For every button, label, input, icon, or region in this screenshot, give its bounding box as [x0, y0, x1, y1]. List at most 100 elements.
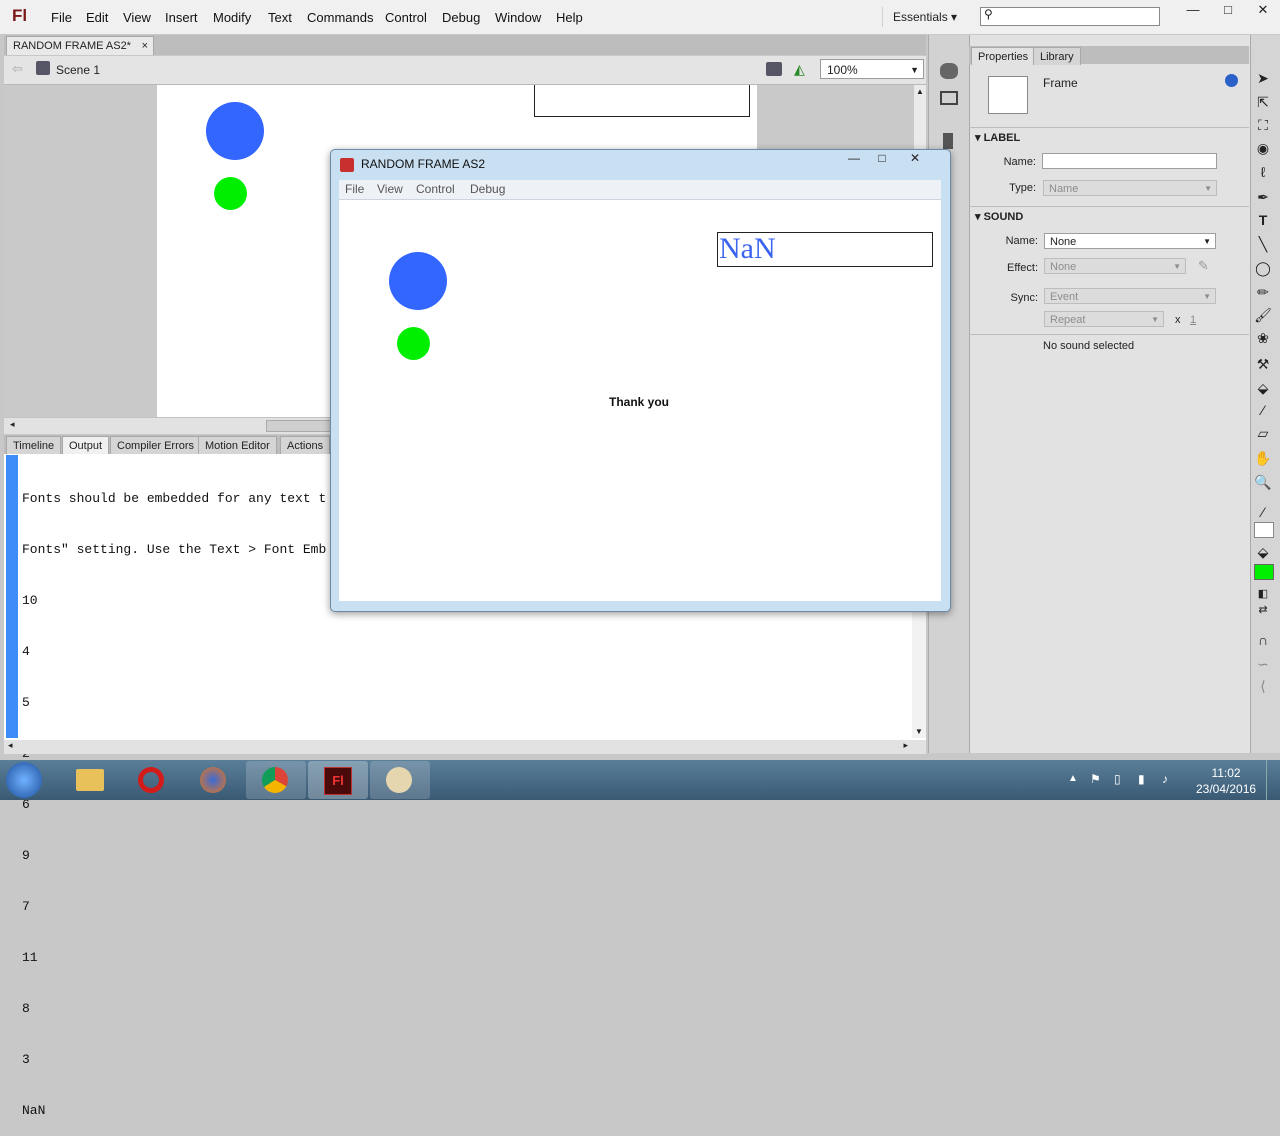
close-button[interactable]: ✕: [1246, 0, 1280, 20]
taskbar-explorer[interactable]: [60, 761, 120, 799]
straighten-icon[interactable]: ⟨: [1252, 676, 1274, 696]
oval-tool-icon[interactable]: ◯: [1252, 258, 1274, 278]
repeat-select[interactable]: Repeat ▼: [1044, 311, 1164, 327]
player-minimize-button[interactable]: —: [842, 151, 866, 165]
help-icon[interactable]: [1225, 74, 1238, 87]
pencil-tool-icon[interactable]: ✏: [1252, 282, 1274, 302]
sound-name-select[interactable]: None ▼: [1044, 233, 1216, 249]
deco-tool-icon[interactable]: ❀: [1252, 328, 1274, 348]
dynamic-text-field[interactable]: [534, 85, 750, 117]
stroke-color-swatch[interactable]: [1254, 522, 1274, 538]
help-search-input[interactable]: ⚲: [980, 7, 1160, 26]
taskbar-paint[interactable]: [370, 761, 430, 799]
tray-expand-icon[interactable]: ▲: [1068, 773, 1078, 784]
pen-tool-icon[interactable]: ✒: [1252, 187, 1274, 207]
zoom-select[interactable]: 100% ▼: [820, 59, 924, 79]
free-transform-tool-icon[interactable]: ⛶: [1252, 115, 1274, 135]
player-menu-control[interactable]: Control: [416, 182, 455, 196]
fill-color-swatch[interactable]: [1254, 564, 1274, 580]
document-tab-close-icon[interactable]: ×: [142, 37, 148, 56]
player-menu-view[interactable]: View: [377, 182, 403, 196]
hand-tool-icon[interactable]: ✋: [1252, 448, 1274, 468]
output-horizontal-scrollbar[interactable]: ◂ ▸: [4, 740, 926, 754]
system-clock[interactable]: 11:02 23/04/2016: [1196, 765, 1256, 797]
lasso-tool-icon[interactable]: ℓ: [1252, 162, 1274, 182]
snap-to-objects-icon[interactable]: ∩: [1252, 630, 1274, 650]
menu-debug[interactable]: Debug: [442, 10, 480, 25]
edit-scene-icon[interactable]: [766, 62, 782, 76]
scroll-right-icon[interactable]: ▸: [903, 740, 908, 751]
action-center-icon[interactable]: ⚑: [1090, 772, 1101, 786]
subselection-tool-icon[interactable]: ⇱: [1252, 92, 1274, 112]
document-tab[interactable]: RANDOM FRAME AS2* ×: [6, 36, 154, 55]
3d-rotation-tool-icon[interactable]: ◉: [1252, 138, 1274, 158]
menu-window[interactable]: Window: [495, 10, 541, 25]
color-panel-icon[interactable]: [940, 63, 958, 79]
frame-name-input[interactable]: [1042, 153, 1217, 169]
taskbar-chrome[interactable]: [246, 761, 306, 799]
back-arrow-icon[interactable]: ⇦: [12, 61, 23, 77]
taskbar-opera[interactable]: [122, 761, 182, 799]
menu-view[interactable]: View: [123, 10, 151, 25]
label-type-select[interactable]: Name ▼: [1043, 180, 1217, 196]
edit-symbols-icon[interactable]: ◭: [794, 61, 805, 78]
sync-select[interactable]: Event ▼: [1044, 288, 1216, 304]
swatches-panel-icon[interactable]: [940, 91, 958, 105]
tab-timeline[interactable]: Timeline: [6, 436, 62, 454]
workspace-switcher[interactable]: Essentials ▾: [882, 7, 977, 27]
tab-compiler-errors[interactable]: Compiler Errors: [110, 436, 202, 454]
stroke-color-icon[interactable]: ⁄: [1252, 502, 1274, 522]
smooth-icon[interactable]: ∽: [1252, 654, 1274, 674]
swap-colors-icon[interactable]: ⇄: [1252, 600, 1274, 620]
text-tool-icon[interactable]: T: [1252, 210, 1274, 230]
paint-bucket-tool-icon[interactable]: ⬙: [1252, 378, 1274, 398]
player-maximize-button[interactable]: □: [870, 151, 894, 165]
player-menu-file[interactable]: File: [345, 182, 364, 196]
taskbar-flash[interactable]: Fl: [308, 761, 368, 799]
menu-help[interactable]: Help: [556, 10, 583, 25]
blue-circle[interactable]: [206, 102, 264, 160]
tab-properties[interactable]: Properties: [971, 47, 1036, 65]
menu-insert[interactable]: Insert: [165, 10, 198, 25]
eraser-tool-icon[interactable]: ▱: [1252, 423, 1274, 443]
label-section-header[interactable]: ▾ LABEL: [975, 131, 1020, 144]
bone-tool-icon[interactable]: ⚒: [1252, 354, 1274, 374]
effect-select[interactable]: None ▼: [1044, 258, 1186, 274]
power-icon[interactable]: ▯: [1114, 772, 1121, 786]
scroll-left-icon[interactable]: ◂: [10, 419, 15, 430]
menu-file[interactable]: File: [51, 10, 72, 25]
tab-output[interactable]: Output: [62, 436, 110, 454]
repeat-count[interactable]: 1: [1190, 314, 1196, 326]
menu-edit[interactable]: Edit: [86, 10, 108, 25]
green-circle[interactable]: [397, 327, 430, 360]
tab-actions[interactable]: Actions: [280, 436, 331, 454]
align-panel-icon[interactable]: [943, 133, 953, 149]
line-tool-icon[interactable]: ╲: [1252, 234, 1274, 254]
fill-color-icon[interactable]: ⬙: [1252, 542, 1274, 562]
menu-text[interactable]: Text: [268, 10, 292, 25]
network-icon[interactable]: ▮: [1138, 772, 1145, 786]
edit-pencil-icon[interactable]: ✎: [1198, 258, 1209, 274]
sound-section-header[interactable]: ▾ SOUND: [975, 210, 1023, 223]
green-circle[interactable]: [214, 177, 247, 210]
brush-tool-icon[interactable]: 🖌: [1252, 305, 1274, 325]
taskbar-firefox[interactable]: [184, 761, 244, 799]
selection-tool-icon[interactable]: ➤: [1252, 68, 1274, 88]
blue-circle[interactable]: [389, 252, 447, 310]
minimize-button[interactable]: —: [1176, 0, 1210, 20]
maximize-button[interactable]: □: [1211, 0, 1245, 20]
scroll-down-icon[interactable]: ▼: [915, 727, 923, 736]
tab-library[interactable]: Library: [1033, 47, 1081, 65]
eyedropper-tool-icon[interactable]: ⁄: [1252, 400, 1274, 420]
zoom-tool-icon[interactable]: 🔍: [1252, 472, 1274, 492]
scroll-up-icon[interactable]: ▲: [916, 87, 924, 96]
tab-motion-editor[interactable]: Motion Editor: [198, 436, 277, 454]
player-menu-debug[interactable]: Debug: [470, 182, 505, 196]
menu-control[interactable]: Control: [385, 10, 427, 25]
volume-icon[interactable]: ♪: [1162, 772, 1168, 786]
menu-modify[interactable]: Modify: [213, 10, 251, 25]
show-desktop-button[interactable]: [1266, 760, 1280, 800]
start-button[interactable]: [6, 762, 42, 798]
scroll-thumb[interactable]: [266, 420, 338, 432]
menu-commands[interactable]: Commands: [307, 10, 373, 25]
